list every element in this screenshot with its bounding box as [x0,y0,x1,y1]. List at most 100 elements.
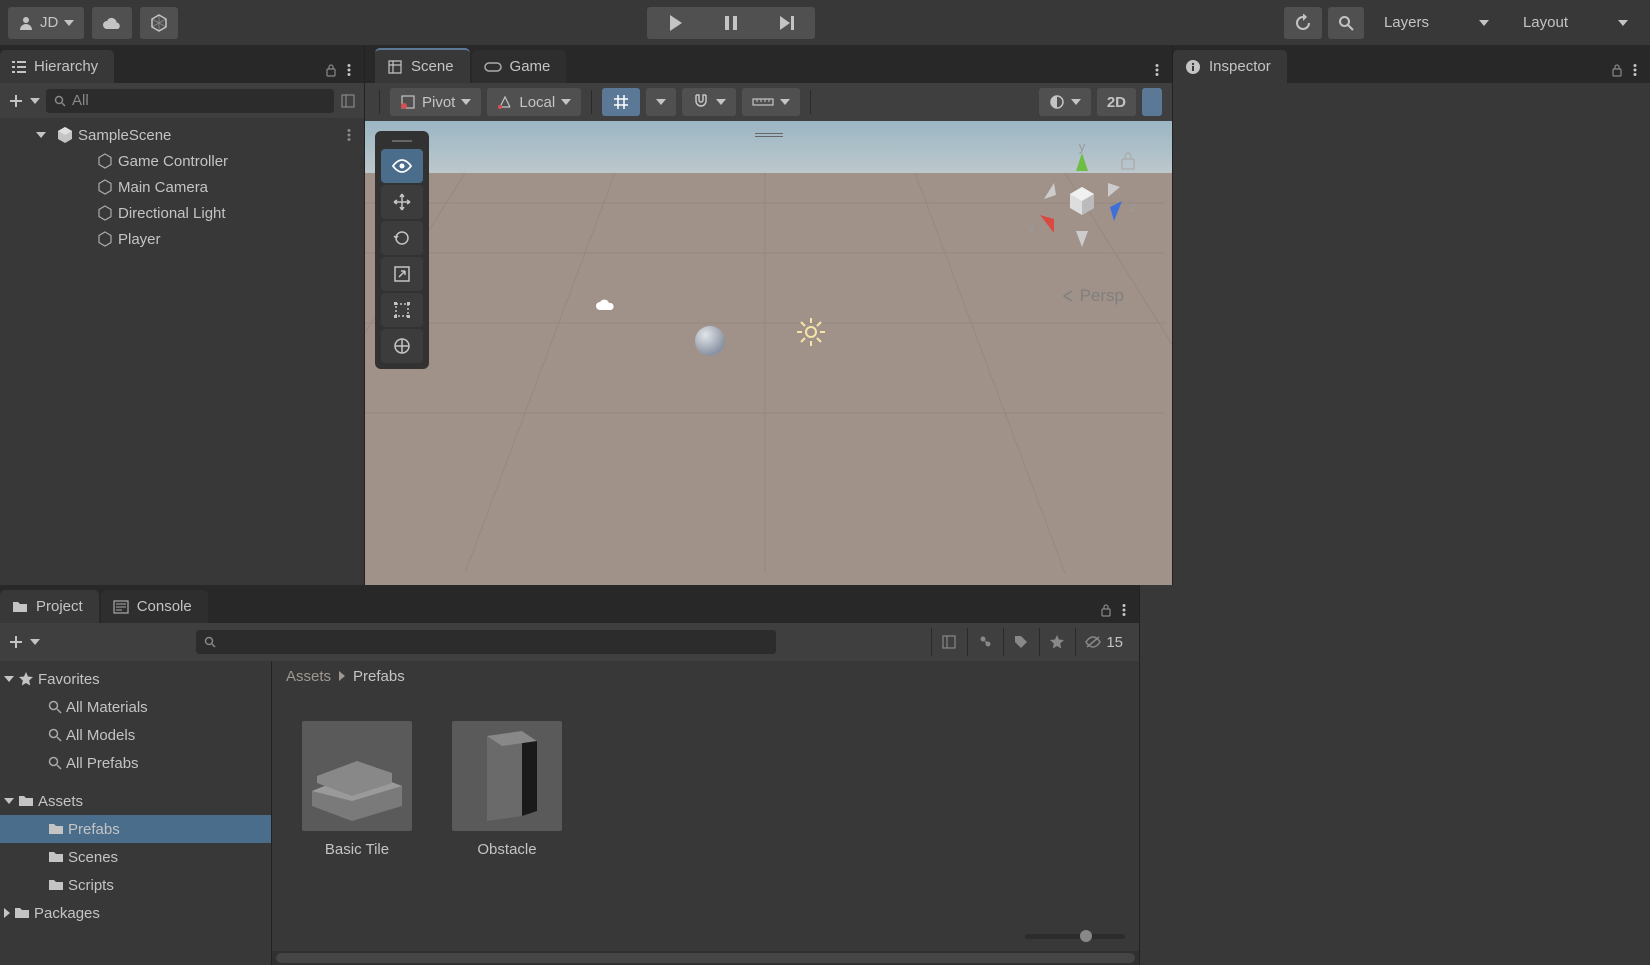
player-sphere[interactable] [695,326,725,356]
favorite-button[interactable] [1039,628,1073,656]
scene-viewport[interactable]: y z x Persp [365,121,1172,585]
hierarchy-tab[interactable]: Hierarchy [0,50,114,83]
hierarchy-item[interactable]: Player [0,226,364,252]
unity-icon [56,126,74,144]
perspective-label[interactable]: Persp [1062,286,1124,306]
add-icon[interactable] [8,93,24,109]
item-label: Directional Light [118,205,226,222]
play-button[interactable] [647,7,703,39]
expand-icon[interactable] [4,676,14,682]
view-tool[interactable] [381,149,423,183]
scene-name: SampleScene [78,127,171,144]
rotate-tool[interactable] [381,221,423,255]
transform-tool[interactable] [381,329,423,363]
inspector-tab[interactable]: Inspector [1173,50,1287,83]
asset-item[interactable]: Basic Tile [302,721,412,858]
asset-store-button[interactable] [140,7,178,39]
chevron-right-icon [339,671,345,681]
lighting-toggle[interactable] [1142,88,1162,116]
cloud-button[interactable] [92,7,132,39]
kebab-icon[interactable] [1117,603,1131,617]
layout-dropdown[interactable]: Layout [1509,7,1642,39]
hierarchy-item[interactable]: Main Camera [0,174,364,200]
layers-dropdown[interactable]: Layers [1370,7,1503,39]
kebab-icon[interactable] [342,63,356,77]
scene-row[interactable]: SampleScene [0,122,364,148]
lock-icon[interactable] [1610,63,1624,77]
grid-snap-button[interactable] [602,88,640,116]
2d-toggle[interactable]: 2D [1097,88,1136,116]
tab-label: Scene [411,58,454,75]
light-gizmo[interactable] [795,316,827,348]
grid-snap-chev[interactable] [646,88,676,116]
orientation-gizmo[interactable]: y z x [1022,141,1142,261]
rect-tool[interactable] [381,293,423,327]
overlay-handle[interactable] [381,137,423,145]
asset-item[interactable]: Obstacle [452,721,562,858]
console-tab[interactable]: Console [101,590,208,623]
chevron-down-icon [716,99,726,105]
breadcrumb: Assets Prefabs [272,661,1139,691]
increment-snap-button[interactable] [742,88,800,116]
filter-label-button[interactable] [1003,628,1037,656]
project-tab[interactable]: Project [0,590,99,623]
pivot-dropdown[interactable]: Pivot [390,88,481,116]
chevron-down-icon[interactable] [30,639,40,645]
game-tab[interactable]: Game [472,50,567,83]
folder-item[interactable]: Scripts [0,871,271,899]
project-panel: Project Console [0,585,1140,965]
assets-header[interactable]: Assets [0,787,271,815]
lock-icon[interactable] [1099,603,1113,617]
tool-overlay [375,131,429,369]
breadcrumb-segment[interactable]: Assets [286,668,331,685]
local-dropdown[interactable]: Local [487,88,581,116]
overlay-drag-handle[interactable] [755,133,783,138]
expand-icon[interactable] [4,908,10,918]
move-tool[interactable] [381,185,423,219]
pause-button[interactable] [703,7,759,39]
scene-panel: Scene Game Pivot Local [365,45,1172,585]
fav-item[interactable]: All Prefabs [0,749,271,777]
expand-search-button[interactable] [931,628,965,656]
filter-type-button[interactable] [967,628,1001,656]
eye-off-icon [1084,635,1102,649]
hierarchy-item[interactable]: Directional Light [0,200,364,226]
star-icon [18,671,34,687]
breadcrumb-segment[interactable]: Prefabs [353,668,405,685]
hidden-toggle[interactable]: 15 [1075,628,1131,656]
local-icon [497,94,513,110]
expand-icon[interactable] [36,132,46,138]
kebab-icon[interactable] [1150,63,1164,77]
favorites-header[interactable]: Favorites [0,665,271,693]
scene-tab[interactable]: Scene [375,48,470,83]
user-icon [18,15,34,31]
step-button[interactable] [759,7,815,39]
expand-icon[interactable] [4,798,14,804]
add-icon[interactable] [8,634,24,650]
chevron-down-icon[interactable] [30,98,40,104]
packages-header[interactable]: Packages [0,899,271,927]
slider-thumb[interactable] [1080,930,1092,942]
fav-item[interactable]: All Materials [0,693,271,721]
expand-icon[interactable] [340,93,356,109]
account-button[interactable]: JD [8,7,84,39]
hierarchy-item[interactable]: Game Controller [0,148,364,174]
hierarchy-search[interactable]: All [46,89,334,113]
snap-settings-button[interactable] [682,88,736,116]
scale-tool[interactable] [381,257,423,291]
undo-history-button[interactable] [1284,7,1322,39]
shading-dropdown[interactable] [1039,88,1091,116]
package-icon [150,14,168,32]
camera-gizmo[interactable] [595,298,615,312]
kebab-icon[interactable] [342,128,356,142]
folder-item[interactable]: Scenes [0,843,271,871]
horizontal-scrollbar[interactable] [272,951,1139,965]
fav-item[interactable]: All Models [0,721,271,749]
folder-item[interactable]: Prefabs [0,815,271,843]
kebab-icon[interactable] [1628,63,1642,77]
lock-icon[interactable] [324,63,338,77]
search-button[interactable] [1328,7,1364,39]
tab-label: Console [137,598,192,615]
project-search[interactable] [196,630,776,654]
hidden-count: 15 [1106,634,1123,651]
